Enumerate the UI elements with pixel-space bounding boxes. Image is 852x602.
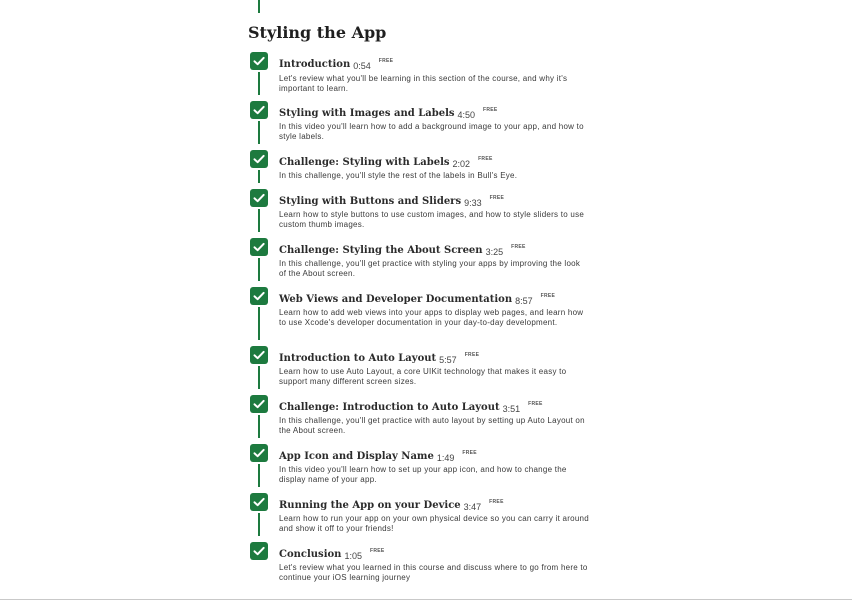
lesson-duration: 5:57	[439, 355, 457, 365]
timeline-connector	[258, 72, 260, 95]
check-icon	[250, 101, 268, 119]
lesson-title-link[interactable]: Web Views and Developer Documentation	[279, 294, 512, 305]
lesson-duration: 8:57	[515, 296, 533, 306]
lesson-duration: 9:33	[464, 198, 482, 208]
lesson-description: In this video you'll learn how to add a …	[279, 122, 584, 141]
free-badge: FREE	[511, 244, 526, 250]
lesson-header: Introduction 0:54 FREE	[279, 52, 394, 71]
lesson-description: Let's review what you learned in this co…	[279, 563, 588, 582]
lesson-header: App Icon and Display Name 1:49 FREE	[279, 444, 477, 463]
check-icon	[250, 395, 268, 413]
lesson-description: Learn how to run your app on your own ph…	[279, 514, 589, 533]
lesson-duration: 0:54	[353, 61, 371, 71]
lesson-description: Learn how to use Auto Layout, a core UIK…	[279, 367, 567, 386]
lesson-duration: 3:51	[502, 404, 521, 414]
free-badge: FREE	[378, 58, 394, 64]
lesson-description: Learn how to style buttons to use custom…	[279, 210, 585, 229]
timeline-connector	[258, 170, 260, 183]
lesson-description: In this challenge, you'll style the rest…	[279, 171, 518, 180]
free-badge: FREE	[369, 548, 385, 554]
lesson-header: Styling with Images and Labels 4:50 FREE	[279, 101, 498, 120]
free-badge: FREE	[540, 293, 556, 299]
timeline-connector-top	[258, 0, 260, 13]
lesson-duration: 4:50	[457, 110, 476, 120]
free-badge: FREE	[478, 156, 493, 162]
check-icon	[250, 287, 268, 305]
check-icon	[250, 150, 268, 168]
lesson-title-link[interactable]: Conclusion	[279, 549, 341, 560]
lesson-duration: 3:47	[463, 502, 482, 512]
section-title: Styling the App	[248, 23, 387, 42]
timeline-connector	[258, 121, 260, 144]
timeline-connector	[258, 513, 260, 536]
lesson-title-link[interactable]: Introduction to Auto Layout	[279, 353, 436, 364]
lesson-title-link[interactable]: Styling with Buttons and Sliders	[279, 196, 461, 207]
lesson-description: In this challenge, you'll get practice w…	[279, 259, 581, 278]
free-badge: FREE	[489, 195, 505, 201]
lesson-title-link[interactable]: Challenge: Introduction to Auto Layout	[279, 402, 500, 413]
lesson-duration: 1:05	[344, 551, 362, 561]
lesson-duration: 3:25	[485, 247, 504, 257]
lesson-title-link[interactable]: App Icon and Display Name	[279, 451, 434, 462]
free-badge: FREE	[483, 107, 498, 113]
check-icon	[250, 189, 268, 207]
timeline-connector	[258, 366, 260, 389]
lesson-header: Challenge: Styling the About Screen 3:25 F…	[279, 238, 526, 257]
check-icon	[250, 444, 268, 462]
timeline-connector	[258, 464, 260, 487]
check-icon	[250, 52, 268, 70]
timeline-connector	[258, 209, 260, 232]
lesson-header: Challenge: Introduction to Auto Layout 3:…	[279, 395, 543, 414]
lesson-header: Running the App on your Device 3:47 FREE	[279, 493, 504, 512]
lesson-header: Introduction to Auto Layout 5:57 FREE	[279, 346, 480, 365]
free-badge: FREE	[489, 499, 504, 505]
lesson-header: Conclusion 1:05 FREE	[279, 542, 385, 561]
timeline-connector	[258, 258, 260, 281]
timeline-connector	[258, 307, 260, 340]
free-badge: FREE	[462, 450, 477, 456]
lesson-title-link[interactable]: Introduction	[279, 59, 350, 70]
lesson-description: In this challenge, you'll get practice w…	[279, 416, 585, 435]
lesson-duration: 1:49	[436, 453, 455, 463]
lesson-header: Web Views and Developer Documentation 8:5…	[279, 287, 556, 306]
free-badge: FREE	[464, 352, 480, 358]
lesson-description: Let's review what you'll be learning in …	[279, 74, 568, 93]
lesson-duration: 2:02	[452, 159, 471, 169]
check-icon	[250, 542, 268, 560]
lesson-title-link[interactable]: Styling with Images and Labels	[279, 108, 455, 119]
check-icon	[250, 238, 268, 256]
lesson-title-link[interactable]: Challenge: Styling with Labels	[279, 157, 450, 168]
lesson-header: Styling with Buttons and Sliders 9:33 FREE	[279, 189, 505, 208]
timeline-connector	[258, 415, 260, 438]
free-badge: FREE	[528, 401, 543, 407]
check-icon	[250, 493, 268, 511]
lesson-description: Learn how to add web views into your app…	[279, 308, 584, 327]
bottom-divider	[0, 599, 852, 600]
lesson-title-link[interactable]: Running the App on your Device	[279, 500, 461, 511]
lesson-description: In this video you'll learn how to set up…	[279, 465, 567, 484]
lesson-title-link[interactable]: Challenge: Styling the About Screen	[279, 245, 483, 256]
lesson-header: Challenge: Styling with Labels 2:02 FREE	[279, 150, 493, 169]
check-icon	[250, 346, 268, 364]
